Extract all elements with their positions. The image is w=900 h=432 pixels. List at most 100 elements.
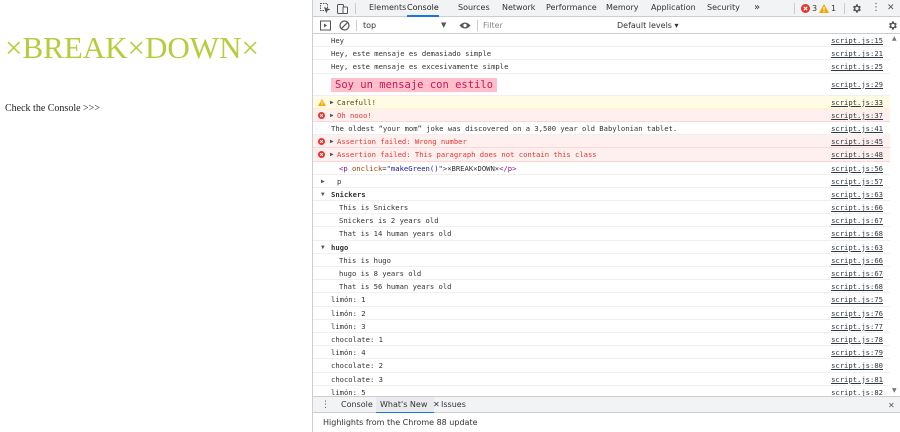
drawer-tab-whats-new[interactable]: What's New ✕ bbox=[376, 397, 440, 414]
console-message-row[interactable]: limón: 3 script.js:77 bbox=[313, 320, 900, 333]
console-message-row[interactable]: ▶ Oh nooo! script.js:37 bbox=[313, 108, 900, 122]
source-link[interactable]: script.js:48 bbox=[831, 148, 883, 161]
source-link[interactable]: script.js:56 bbox=[831, 162, 883, 175]
console-message-text: Oh nooo! bbox=[337, 110, 372, 120]
error-circle-icon[interactable] bbox=[801, 4, 810, 13]
source-link[interactable]: script.js:37 bbox=[831, 109, 883, 122]
console-message-row[interactable]: That is 14 human years old script.js:68 bbox=[313, 227, 900, 241]
warning-count[interactable]: 1 bbox=[831, 0, 836, 17]
console-message-row[interactable]: Snickers is 2 years old script.js:67 bbox=[313, 214, 900, 228]
expand-arrow-icon[interactable]: ▶ bbox=[330, 135, 334, 148]
tab-sources[interactable]: Sources bbox=[458, 0, 490, 17]
expand-arrow-icon[interactable]: ▶ bbox=[330, 96, 334, 109]
source-link[interactable]: script.js:82 bbox=[831, 386, 883, 396]
scroll-up-arrow-icon[interactable]: ▲ bbox=[892, 36, 897, 42]
element-close-tag: </p> bbox=[499, 163, 517, 173]
collapse-arrow-icon[interactable]: ▼ bbox=[321, 188, 325, 201]
expand-arrow-icon[interactable]: ▶ bbox=[330, 109, 334, 122]
console-message-row[interactable]: That is 56 human years old script.js:68 bbox=[313, 280, 900, 294]
collapse-arrow-icon[interactable]: ▼ bbox=[321, 241, 325, 254]
drawer-tab-console[interactable]: Console bbox=[338, 397, 376, 414]
source-link[interactable]: script.js:25 bbox=[831, 60, 883, 73]
close-drawer-icon[interactable]: ✕ bbox=[888, 397, 895, 414]
source-link[interactable]: script.js:75 bbox=[831, 293, 883, 306]
console-message-row[interactable]: ▶ p script.js:57 bbox=[313, 175, 900, 188]
tab-security[interactable]: Security bbox=[707, 0, 740, 17]
source-link[interactable]: script.js:41 bbox=[831, 122, 883, 135]
kebab-menu-icon[interactable]: ⋮ bbox=[871, 0, 881, 17]
log-levels-dropdown[interactable]: Default levels ▾ bbox=[617, 17, 679, 34]
close-devtools-icon[interactable]: ✕ bbox=[887, 0, 895, 17]
console-scrollbar[interactable]: ▲ ▼ bbox=[890, 34, 900, 396]
console-message-row[interactable]: ▼ Snickers script.js:63 bbox=[313, 188, 900, 202]
tab-memory[interactable]: Memory bbox=[606, 0, 639, 17]
source-link[interactable]: script.js:45 bbox=[831, 135, 883, 148]
console-message-row[interactable]: limón: 2 script.js:76 bbox=[313, 307, 900, 320]
tab-elements[interactable]: Elements bbox=[369, 0, 406, 17]
source-link[interactable]: script.js:63 bbox=[831, 241, 883, 254]
console-message-row[interactable]: This is Snickers script.js:66 bbox=[313, 201, 900, 215]
console-message-row[interactable]: limón: 1 script.js:75 bbox=[313, 293, 900, 307]
source-link[interactable]: script.js:15 bbox=[831, 34, 883, 47]
sidebar-toggle-icon[interactable] bbox=[320, 20, 331, 31]
drawer-tab-issues[interactable]: Issues bbox=[439, 397, 468, 414]
source-link[interactable]: script.js:63 bbox=[831, 188, 883, 201]
source-link[interactable]: script.js:76 bbox=[831, 307, 883, 320]
source-link[interactable]: script.js:67 bbox=[831, 267, 883, 280]
console-message-row[interactable]: The oldest “your mom” joke was discovere… bbox=[313, 122, 900, 136]
console-message-row[interactable]: chocolate: 3 script.js:81 bbox=[313, 373, 900, 386]
scroll-down-arrow-icon[interactable]: ▼ bbox=[892, 388, 897, 394]
clear-console-icon[interactable] bbox=[339, 20, 350, 31]
tab-network[interactable]: Network bbox=[502, 0, 535, 17]
warning-triangle-icon[interactable] bbox=[819, 4, 829, 13]
console-message-row[interactable]: chocolate: 2 script.js:80 bbox=[313, 359, 900, 373]
error-count[interactable]: 3 bbox=[812, 0, 817, 17]
gear-icon[interactable] bbox=[851, 3, 862, 14]
console-message-row[interactable]: ▼ hugo script.js:63 bbox=[313, 241, 900, 254]
source-link[interactable]: script.js:77 bbox=[831, 320, 883, 333]
eye-icon[interactable] bbox=[459, 21, 471, 30]
console-message-row[interactable]: Hey, este mensaje es demasiado simple scr… bbox=[313, 47, 900, 61]
page-title[interactable]: ×BREAK×DOWN× bbox=[5, 30, 259, 66]
source-link[interactable]: script.js:29 bbox=[831, 74, 883, 96]
expand-arrow-icon[interactable]: ▶ bbox=[330, 148, 334, 161]
console-message-row[interactable]: ▶ Assertion failed: This paragraph does n… bbox=[313, 148, 900, 162]
source-link[interactable]: script.js:80 bbox=[831, 359, 883, 372]
console-filter-input[interactable] bbox=[483, 19, 603, 32]
source-link[interactable]: script.js:68 bbox=[831, 227, 883, 240]
console-message-row[interactable]: Hey script.js:15 bbox=[313, 34, 900, 48]
source-link[interactable]: script.js:33 bbox=[831, 96, 883, 109]
console-message-row[interactable]: limón: 4 script.js:79 bbox=[313, 346, 900, 360]
tab-console[interactable]: Console bbox=[407, 0, 439, 17]
context-dropdown-icon[interactable]: ▼ bbox=[441, 17, 446, 34]
console-message-text: This is hugo bbox=[339, 255, 391, 265]
console-message-row[interactable]: <p onclick="makeGreen()">×BREAK×DOWN×</p… bbox=[313, 162, 900, 175]
source-link[interactable]: script.js:78 bbox=[831, 333, 883, 346]
source-link[interactable]: script.js:66 bbox=[831, 201, 883, 214]
drawer-menu-icon[interactable]: ⋮ bbox=[321, 397, 330, 414]
console-message-row[interactable]: limón: 5 script.js:82 bbox=[313, 386, 900, 396]
source-link[interactable]: script.js:67 bbox=[831, 214, 883, 227]
console-message-row[interactable]: chocolate: 1 script.js:78 bbox=[313, 333, 900, 347]
console-message-row[interactable]: hugo is 8 years old script.js:67 bbox=[313, 267, 900, 281]
source-link[interactable]: script.js:21 bbox=[831, 47, 883, 60]
inspect-element-icon[interactable] bbox=[320, 3, 331, 14]
console-message-row[interactable]: Hey, este mensaje es excesivamente simpl… bbox=[313, 60, 900, 74]
console-message-row[interactable]: This is hugo script.js:66 bbox=[313, 254, 900, 267]
console-message-row[interactable]: ▶ Assertion failed: Wrong number script.js… bbox=[313, 135, 900, 149]
tab-application[interactable]: Application bbox=[651, 0, 696, 17]
device-toolbar-icon[interactable] bbox=[337, 3, 348, 14]
console-settings-gear-icon[interactable] bbox=[887, 20, 898, 31]
console-message-row[interactable]: Soy un mensaje con estilo script.js:29 bbox=[313, 74, 900, 96]
more-tabs-button[interactable]: » bbox=[754, 0, 760, 17]
source-link[interactable]: script.js:81 bbox=[831, 373, 883, 386]
source-link[interactable]: script.js:57 bbox=[831, 175, 883, 188]
element-node[interactable]: <p onclick="makeGreen()">×BREAK×DOWN×</p… bbox=[339, 162, 516, 175]
context-selector[interactable]: top bbox=[363, 17, 376, 34]
expand-arrow-icon[interactable]: ▶ bbox=[321, 175, 325, 188]
source-link[interactable]: script.js:68 bbox=[831, 280, 883, 293]
source-link[interactable]: script.js:66 bbox=[831, 254, 883, 267]
console-message-row[interactable]: ▶ Carefull! script.js:33 bbox=[313, 95, 900, 109]
tab-performance[interactable]: Performance bbox=[546, 0, 597, 17]
source-link[interactable]: script.js:79 bbox=[831, 346, 883, 359]
